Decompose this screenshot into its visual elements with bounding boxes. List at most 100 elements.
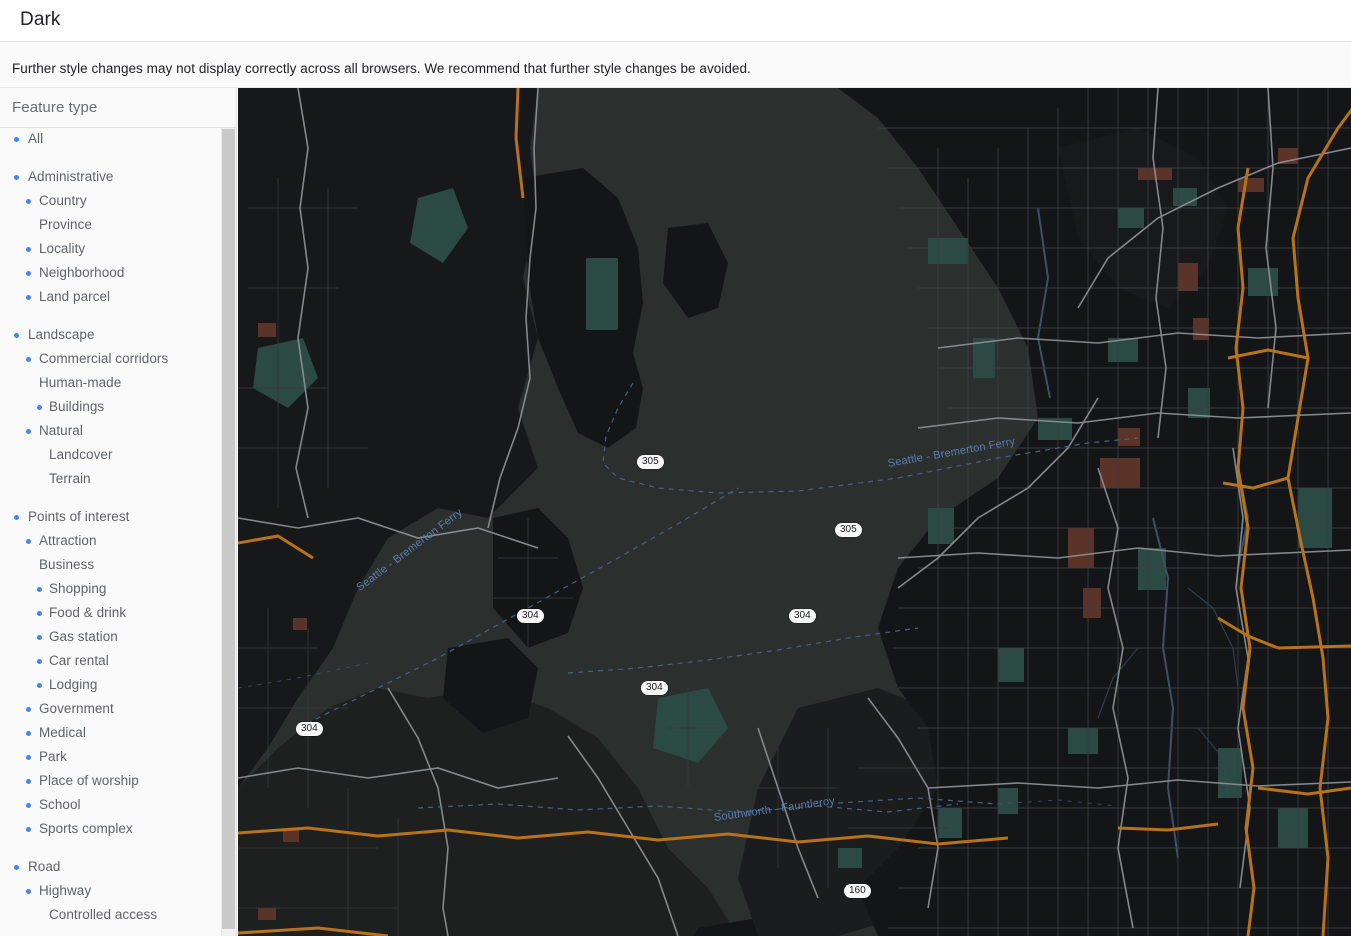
tree-item-label: Government — [39, 701, 114, 716]
tree-item-place-of-worship[interactable]: Place of worship — [0, 770, 236, 794]
tree-item-terrain[interactable]: Terrain — [0, 468, 236, 492]
tree-group-spacer — [0, 152, 236, 166]
tree-item-highway[interactable]: Highway — [0, 880, 236, 904]
feature-type-header-label: Feature type — [12, 99, 98, 116]
tree-item-locality[interactable]: Locality — [0, 238, 236, 262]
tree-group-spacer — [0, 310, 236, 324]
tree-item-medical[interactable]: Medical — [0, 722, 236, 746]
tree-item-label: Food & drink — [49, 605, 127, 620]
tree-item-points-of-interest[interactable]: Points of interest — [0, 506, 236, 530]
styled-indicator-dot — [37, 587, 42, 592]
styled-indicator-dot — [26, 889, 31, 894]
sidebar-scrollbar-thumb[interactable] — [222, 129, 235, 929]
style-warning-text: Further style changes may not display co… — [12, 61, 751, 76]
tree-item-shopping[interactable]: Shopping — [0, 578, 236, 602]
tree-item-car-rental[interactable]: Car rental — [0, 650, 236, 674]
tree-item-label: Locality — [39, 241, 86, 256]
styled-indicator-dot — [26, 755, 31, 760]
tree-group-spacer — [0, 842, 236, 856]
tree-item-label: Land parcel — [39, 289, 111, 304]
map-preview[interactable]: 305 305 304 304 304 304 160 Seattle - Bremerto… — [238, 88, 1351, 936]
styled-indicator-dot — [37, 683, 42, 688]
tree-item-label: Place of worship — [39, 773, 139, 788]
tree-item-label: School — [39, 797, 81, 812]
styled-indicator-dot — [26, 539, 31, 544]
tree-item-label: Human-made — [39, 375, 122, 390]
tree-item-label: Road — [28, 859, 61, 874]
tree-item-label: Terrain — [49, 471, 91, 486]
styled-indicator-dot — [26, 199, 31, 204]
tree-item-label: Points of interest — [28, 509, 130, 524]
tree-item-label: Shopping — [49, 581, 107, 596]
tree-item-sports-complex[interactable]: Sports complex — [0, 818, 236, 842]
tree-item-administrative[interactable]: Administrative — [0, 166, 236, 190]
tree-item-lodging[interactable]: Lodging — [0, 674, 236, 698]
tree-item-landcover[interactable]: Landcover — [0, 444, 236, 468]
tree-item-label: All — [28, 131, 44, 146]
tree-item-school[interactable]: School — [0, 794, 236, 818]
tree-item-label: Car rental — [49, 653, 109, 668]
styled-indicator-dot — [37, 635, 42, 640]
tree-item-label: Sports complex — [39, 821, 133, 836]
tree-item-food-drink[interactable]: Food & drink — [0, 602, 236, 626]
feature-type-tree[interactable]: All Administrative Country Province Locality… — [0, 128, 236, 936]
map-canvas — [238, 88, 1351, 936]
tree-item-label: Landcover — [49, 447, 113, 462]
styled-indicator-dot — [26, 707, 31, 712]
tree-item-land-parcel[interactable]: Land parcel — [0, 286, 236, 310]
tree-item-label: Administrative — [28, 169, 114, 184]
tree-item-label: Park — [39, 749, 67, 764]
styled-indicator-dot — [37, 611, 42, 616]
styled-indicator-dot — [26, 429, 31, 434]
styled-indicator-dot — [37, 405, 42, 410]
tree-item-road[interactable]: Road — [0, 856, 236, 880]
styled-indicator-dot — [26, 803, 31, 808]
tree-item-label: Natural — [39, 423, 83, 438]
tree-item-controlled-access[interactable]: Controlled access — [0, 904, 236, 928]
tree-item-buildings[interactable]: Buildings — [0, 396, 236, 420]
tree-item-landscape[interactable]: Landscape — [0, 324, 236, 348]
tree-item-park[interactable]: Park — [0, 746, 236, 770]
tree-item-label: Attraction — [39, 533, 97, 548]
style-warning-banner: Further style changes may not display co… — [0, 43, 1351, 88]
styled-indicator-dot — [26, 827, 31, 832]
tree-item-neighborhood[interactable]: Neighborhood — [0, 262, 236, 286]
tree-item-all[interactable]: All — [0, 128, 236, 152]
tree-item-label: Controlled access — [49, 907, 158, 922]
tree-item-label: Business — [39, 557, 95, 572]
styled-indicator-dot — [26, 295, 31, 300]
tree-item-human-made[interactable]: Human-made — [0, 372, 236, 396]
tree-item-natural[interactable]: Natural — [0, 420, 236, 444]
tree-item-attraction[interactable]: Attraction — [0, 530, 236, 554]
tree-item-label: Medical — [39, 725, 86, 740]
tree-item-province[interactable]: Province — [0, 214, 236, 238]
styled-indicator-dot — [37, 659, 42, 664]
tree-item-label: Gas station — [49, 629, 118, 644]
styled-indicator-dot — [26, 357, 31, 362]
styled-indicator-dot — [26, 247, 31, 252]
tree-item-business[interactable]: Business — [0, 554, 236, 578]
sidebar-scrollbar-track[interactable] — [221, 128, 236, 936]
tree-item-label: Commercial corridors — [39, 351, 169, 366]
feature-type-sidebar: Feature type All Administrative Country Pro… — [0, 88, 237, 936]
styled-indicator-dot — [26, 731, 31, 736]
styled-indicator-dot — [14, 333, 19, 338]
styled-indicator-dot — [14, 137, 19, 142]
styled-indicator-dot — [14, 865, 19, 870]
tree-item-government[interactable]: Government — [0, 698, 236, 722]
tree-item-label: Landscape — [28, 327, 95, 342]
title-bar: Dark — [0, 0, 1351, 42]
tree-item-label: Highway — [39, 883, 92, 898]
tree-group-spacer — [0, 492, 236, 506]
styled-indicator-dot — [26, 271, 31, 276]
styled-indicator-dot — [26, 779, 31, 784]
page-title: Dark — [20, 9, 61, 30]
tree-item-commercial-corridors[interactable]: Commercial corridors — [0, 348, 236, 372]
styled-indicator-dot — [14, 175, 19, 180]
tree-item-gas-station[interactable]: Gas station — [0, 626, 236, 650]
tree-item-label: Neighborhood — [39, 265, 125, 280]
tree-item-label: Buildings — [49, 399, 105, 414]
feature-type-header: Feature type — [0, 88, 236, 128]
tree-item-label: Lodging — [49, 677, 98, 692]
tree-item-country[interactable]: Country — [0, 190, 236, 214]
